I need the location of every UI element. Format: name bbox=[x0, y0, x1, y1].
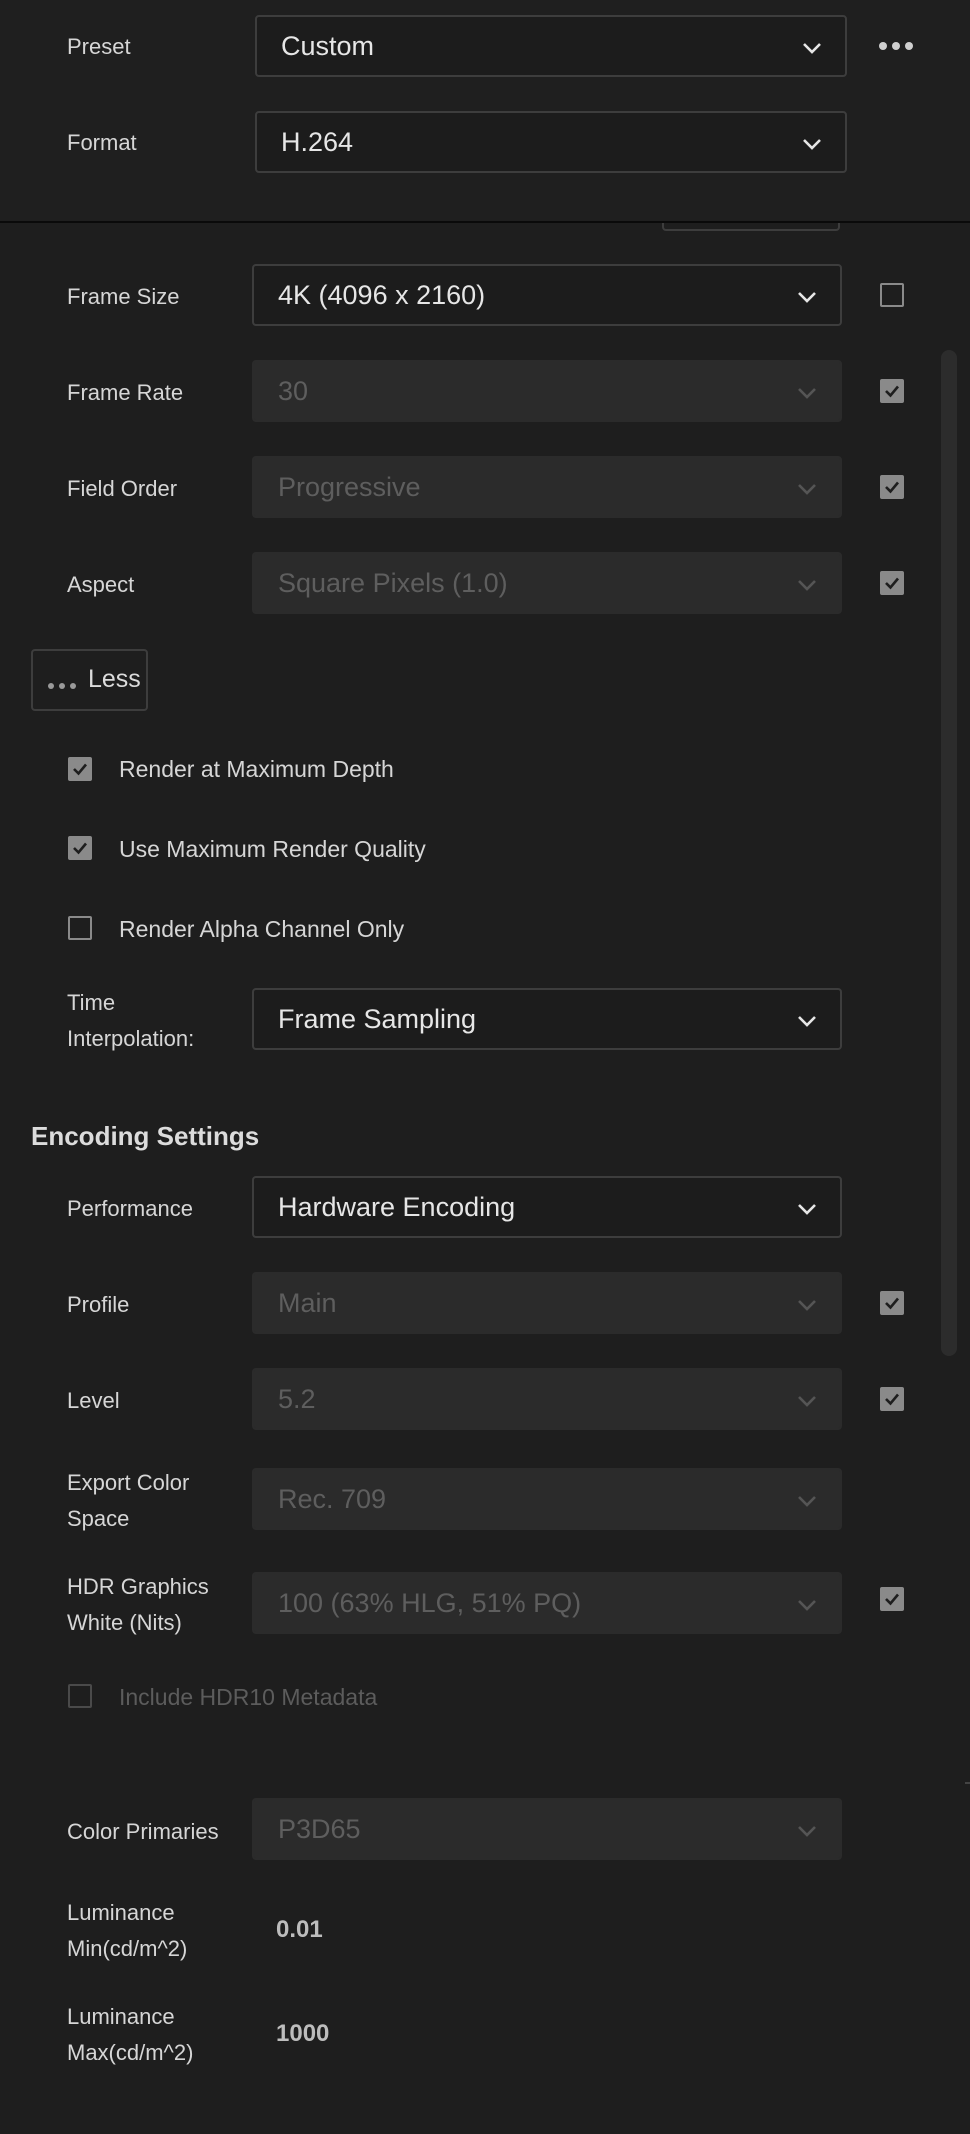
time-interpolation-label-line2: Interpolation: bbox=[67, 1026, 195, 1051]
level-label: Level bbox=[67, 1388, 120, 1413]
color-space-value: Rec. 709 bbox=[278, 1484, 387, 1514]
time-interpolation-value: Frame Sampling bbox=[278, 1004, 477, 1034]
level-match-checkbox[interactable] bbox=[880, 1387, 904, 1411]
chevron-down-icon bbox=[796, 574, 818, 596]
field-order-value: Progressive bbox=[278, 472, 421, 502]
performance-label: Performance bbox=[67, 1196, 193, 1221]
hdr-white-label-line2: White (Nits) bbox=[67, 1610, 182, 1635]
hdr-white-match-checkbox[interactable] bbox=[880, 1587, 904, 1611]
chevron-down-icon bbox=[796, 1594, 818, 1616]
encoding-settings-title: Encoding Settings bbox=[31, 1121, 260, 1151]
frame-rate-value: 30 bbox=[278, 376, 309, 406]
hdr-white-label: HDR Graphics White (Nits) bbox=[67, 1569, 209, 1641]
chevron-down-icon bbox=[801, 133, 823, 155]
aspect-label: Aspect bbox=[67, 572, 135, 597]
chevron-down-icon bbox=[796, 1198, 818, 1220]
luminance-min-value[interactable]: 0.01 bbox=[276, 1916, 323, 1944]
luminance-max-label-line1: Luminance bbox=[67, 2004, 175, 2029]
format-value: H.264 bbox=[281, 127, 354, 157]
alpha-only-label: Render Alpha Channel Only bbox=[119, 916, 405, 942]
performance-dropdown[interactable]: Hardware Encoding bbox=[252, 1176, 842, 1238]
luminance-min-label: Luminance Min(cd/m^2) bbox=[67, 1895, 187, 1967]
profile-value: Main bbox=[278, 1288, 337, 1318]
hdr-white-dropdown[interactable]: 100 (63% HLG, 51% PQ) bbox=[252, 1572, 842, 1634]
level-value: 5.2 bbox=[278, 1384, 316, 1414]
frame-rate-match-checkbox[interactable] bbox=[880, 379, 904, 403]
frame-size-value: 4K (4096 x 2160) bbox=[278, 280, 486, 310]
luminance-min-label-line2: Min(cd/m^2) bbox=[67, 1936, 188, 1961]
format-label: Format bbox=[67, 130, 137, 155]
chevron-down-icon bbox=[796, 1820, 818, 1842]
luminance-max-value[interactable]: 1000 bbox=[276, 2020, 329, 2048]
frame-size-dropdown[interactable]: 4K (4096 x 2160) bbox=[252, 264, 842, 326]
chevron-down-icon bbox=[796, 1490, 818, 1512]
frame-rate-label: Frame Rate bbox=[67, 380, 184, 405]
color-space-label-line1: Export Color bbox=[67, 1470, 190, 1495]
less-label: Less bbox=[88, 665, 141, 693]
preset-label: Preset bbox=[67, 34, 131, 59]
color-primaries-value: P3D65 bbox=[278, 1814, 361, 1844]
chevron-down-icon bbox=[801, 37, 823, 59]
chevron-down-icon bbox=[796, 478, 818, 500]
time-interpolation-dropdown[interactable]: Frame Sampling bbox=[252, 988, 842, 1050]
hdr-white-label-line1: HDR Graphics bbox=[67, 1574, 209, 1599]
less-button[interactable]: Less bbox=[31, 649, 148, 711]
aspect-match-checkbox[interactable] bbox=[880, 571, 904, 595]
frame-rate-dropdown[interactable]: 30 bbox=[252, 360, 842, 422]
hdr-white-value: 100 (63% HLG, 51% PQ) bbox=[278, 1588, 582, 1618]
chevron-down-icon bbox=[796, 1010, 818, 1032]
hdr10-metadata-label: Include HDR10 Metadata bbox=[119, 1684, 378, 1710]
color-primaries-dropdown[interactable]: P3D65 bbox=[252, 1798, 842, 1860]
max-render-quality-checkbox[interactable] bbox=[68, 836, 92, 860]
aspect-value: Square Pixels (1.0) bbox=[278, 568, 508, 598]
max-render-quality-label: Use Maximum Render Quality bbox=[119, 836, 426, 862]
time-interpolation-label-line1: Time bbox=[67, 990, 116, 1015]
chevron-down-icon bbox=[796, 1390, 818, 1412]
color-space-dropdown[interactable]: Rec. 709 bbox=[252, 1468, 842, 1530]
time-interpolation-label: Time Interpolation: bbox=[67, 985, 194, 1057]
render-max-depth-checkbox[interactable] bbox=[68, 757, 92, 781]
color-primaries-label: Color Primaries bbox=[67, 1819, 219, 1844]
scrollbar-thumb[interactable] bbox=[941, 350, 957, 1356]
color-space-label-line2: Space bbox=[67, 1506, 130, 1531]
chevron-down-icon bbox=[796, 382, 818, 404]
profile-match-checkbox[interactable] bbox=[880, 1291, 904, 1315]
color-space-label: Export Color Space bbox=[67, 1465, 189, 1537]
aspect-dropdown[interactable]: Square Pixels (1.0) bbox=[252, 552, 842, 614]
field-order-dropdown[interactable]: Progressive bbox=[252, 456, 842, 518]
performance-value: Hardware Encoding bbox=[278, 1192, 516, 1222]
frame-size-label: Frame Size bbox=[67, 284, 180, 309]
level-dropdown[interactable]: 5.2 bbox=[252, 1368, 842, 1430]
profile-label: Profile bbox=[67, 1292, 130, 1317]
field-order-match-checkbox[interactable] bbox=[880, 475, 904, 499]
more-options-icon[interactable] bbox=[878, 36, 914, 56]
field-order-label: Field Order bbox=[67, 476, 178, 501]
format-dropdown[interactable]: H.264 bbox=[255, 111, 847, 173]
luminance-max-label: Luminance Max(cd/m^2) bbox=[67, 1999, 193, 2071]
luminance-max-label-line2: Max(cd/m^2) bbox=[67, 2040, 194, 2065]
frame-size-match-checkbox[interactable] bbox=[880, 283, 904, 307]
render-max-depth-label: Render at Maximum Depth bbox=[119, 756, 394, 782]
preset-value: Custom bbox=[281, 31, 375, 61]
luminance-min-label-line1: Luminance bbox=[67, 1900, 175, 1925]
profile-dropdown[interactable]: Main bbox=[252, 1272, 842, 1334]
chevron-down-icon bbox=[796, 286, 818, 308]
chevron-down-icon bbox=[796, 1294, 818, 1316]
hdr10-metadata-checkbox[interactable] bbox=[68, 1684, 92, 1708]
more-horizontal-icon bbox=[47, 677, 79, 695]
clipped-button-edge bbox=[662, 223, 840, 231]
scrollbar-edge bbox=[965, 1782, 970, 1784]
alpha-only-checkbox[interactable] bbox=[68, 916, 92, 940]
preset-dropdown[interactable]: Custom bbox=[255, 15, 847, 77]
